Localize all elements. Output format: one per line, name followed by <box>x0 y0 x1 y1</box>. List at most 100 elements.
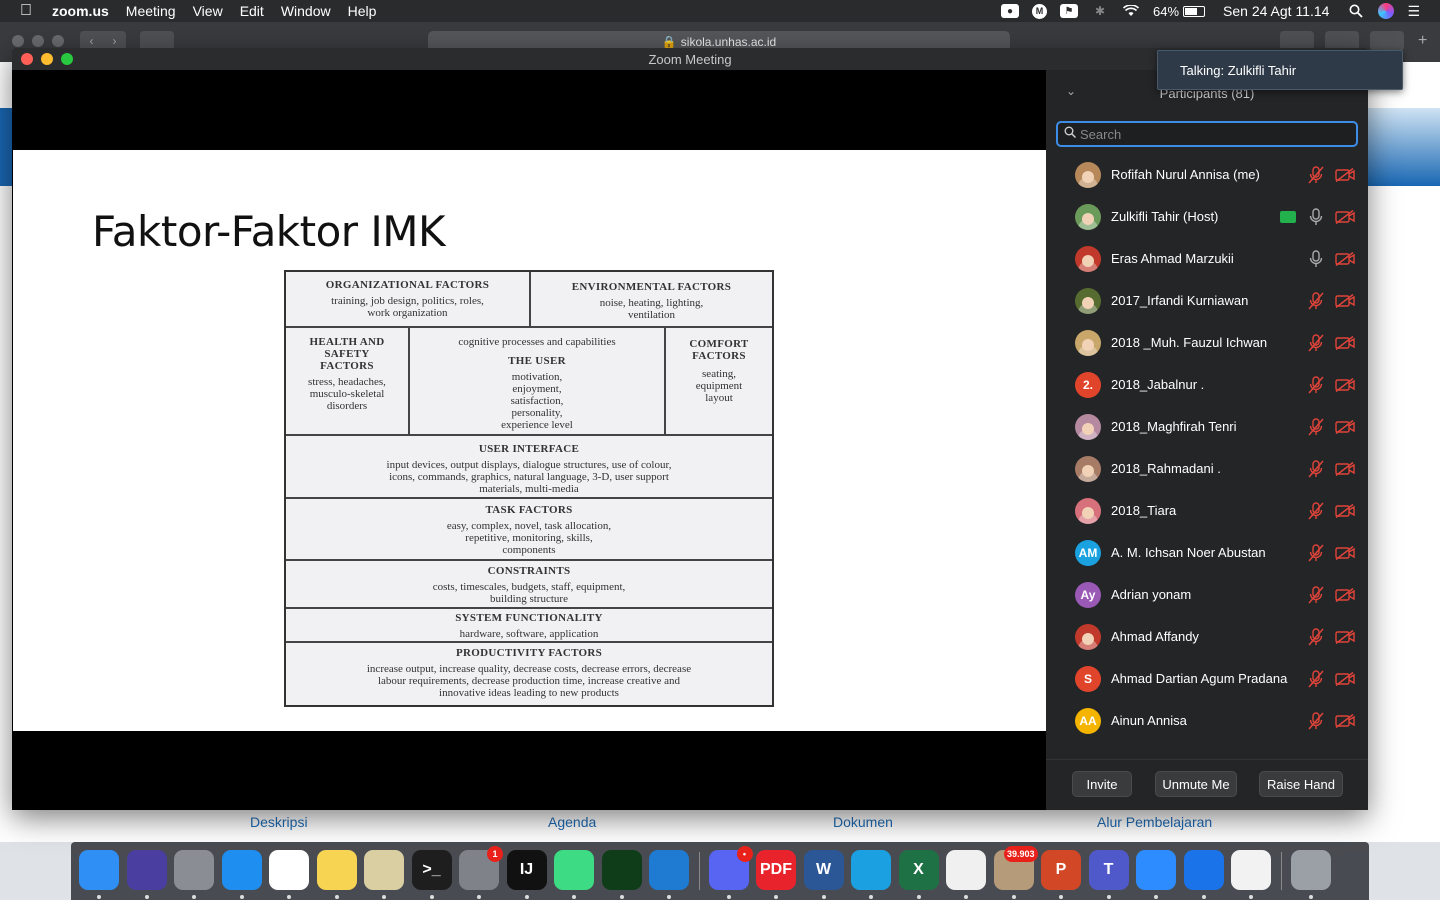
participant-row[interactable]: Ahmad Affandy <box>1046 616 1368 658</box>
preview-icon[interactable] <box>364 850 404 890</box>
mic-muted-icon[interactable] <box>1308 628 1324 646</box>
mic-muted-icon[interactable] <box>1308 586 1324 604</box>
zoom-status-icon[interactable]: ● <box>1001 4 1020 18</box>
discord-icon[interactable]: • <box>708 846 753 890</box>
video-off-icon[interactable] <box>1335 713 1355 729</box>
siri-icon[interactable] <box>126 850 167 890</box>
mic-icon[interactable] <box>1308 250 1324 268</box>
android-studio-icon[interactable] <box>554 850 594 890</box>
zoom-icon[interactable] <box>1136 850 1176 890</box>
clock[interactable]: Sen 24 Agt 11.14 <box>1223 3 1329 19</box>
forward-icon[interactable]: › <box>113 34 117 48</box>
video-off-icon[interactable] <box>1335 503 1355 519</box>
mic-muted-icon[interactable] <box>1308 376 1324 394</box>
mic-icon[interactable] <box>1308 208 1324 226</box>
search-input[interactable] <box>1080 126 1350 143</box>
battery-icon[interactable] <box>1183 5 1206 17</box>
participant-row[interactable]: 2018_Tiara <box>1046 490 1368 532</box>
mic-muted-icon[interactable] <box>1308 166 1324 184</box>
video-off-icon[interactable] <box>1335 671 1355 687</box>
back-icon[interactable]: ‹ <box>90 34 94 48</box>
mic-muted-icon[interactable] <box>1308 460 1324 478</box>
participant-row[interactable]: 2018_Rahmadani . <box>1046 448 1368 490</box>
textedit-icon[interactable] <box>1231 850 1271 890</box>
intellij-idea-icon[interactable]: IJ <box>506 850 547 890</box>
video-off-icon[interactable] <box>1335 251 1355 267</box>
finder-icon[interactable] <box>79 850 119 890</box>
bluetooth-icon[interactable]: ✱ <box>1091 4 1109 18</box>
zoom-minimize-button[interactable] <box>41 53 53 65</box>
sync-icon[interactable] <box>601 850 642 890</box>
safari-minimize-button[interactable] <box>32 35 44 47</box>
link-agenda[interactable]: Agenda <box>548 814 596 830</box>
menu-view[interactable]: View <box>193 3 223 19</box>
participant-row[interactable]: 2017_Irfandi Kurniawan <box>1046 280 1368 322</box>
apple-menu-icon[interactable]:  <box>20 2 42 20</box>
safari-icon[interactable] <box>221 850 262 890</box>
pdf-reader-icon[interactable]: PDF <box>756 850 796 890</box>
participant-row[interactable]: Ay Adrian yonam <box>1046 574 1368 616</box>
participant-row[interactable]: 2018 _Muh. Fauzul Ichwan <box>1046 322 1368 364</box>
menu-window[interactable]: Window <box>281 3 331 19</box>
video-off-icon[interactable] <box>1335 209 1355 225</box>
menu-app-name[interactable]: zoom.us <box>52 3 109 19</box>
video-off-icon[interactable] <box>1335 419 1355 435</box>
participant-row[interactable]: Eras Ahmad Marzukii <box>1046 238 1368 280</box>
itunes-icon[interactable] <box>946 850 986 890</box>
video-off-icon[interactable] <box>1335 545 1355 561</box>
new-tab-icon[interactable]: + <box>1418 32 1427 50</box>
mic-muted-icon[interactable] <box>1308 712 1324 730</box>
participant-row[interactable]: Zulkifli Tahir (Host) <box>1046 196 1368 238</box>
participant-row[interactable]: AA Ainun Annisa <box>1046 700 1368 742</box>
participant-row[interactable]: AM A. M. Ichsan Noer Abustan <box>1046 532 1368 574</box>
mic-muted-icon[interactable] <box>1308 544 1324 562</box>
video-off-icon[interactable] <box>1335 461 1355 477</box>
word-icon[interactable]: W <box>803 850 844 890</box>
trash-icon[interactable] <box>1290 850 1331 890</box>
invite-button[interactable]: Invite <box>1072 771 1132 797</box>
mic-muted-icon[interactable] <box>1308 334 1324 352</box>
notes-icon[interactable] <box>316 850 357 890</box>
spotlight-search-icon[interactable] <box>1347 4 1365 18</box>
video-off-icon[interactable] <box>1335 629 1355 645</box>
participant-row[interactable]: 2018_Maghfirah Tenri <box>1046 406 1368 448</box>
flag-status-icon[interactable]: ⚑ <box>1060 4 1079 18</box>
participant-row[interactable]: S Ahmad Dartian Agum Pradana <box>1046 658 1368 700</box>
vs-code-icon[interactable] <box>649 850 689 890</box>
participant-row[interactable]: Rofifah Nurul Annisa (me) <box>1046 154 1368 196</box>
bluetooth-icon[interactable] <box>1183 850 1224 890</box>
launchpad-icon[interactable] <box>174 850 214 890</box>
system-preferences-icon[interactable]: 1 <box>459 846 503 890</box>
terminal-icon[interactable]: >_ <box>411 850 452 890</box>
excel-icon[interactable]: X <box>898 850 939 890</box>
m-status-icon[interactable]: M <box>1032 3 1048 19</box>
mic-muted-icon[interactable] <box>1308 670 1324 688</box>
chrome-icon[interactable] <box>269 850 309 890</box>
zoom-fullscreen-button[interactable] <box>61 53 73 65</box>
mic-muted-icon[interactable] <box>1308 418 1324 436</box>
wifi-icon[interactable] <box>1122 4 1140 18</box>
safari-close-button[interactable] <box>12 35 24 47</box>
zoom-close-button[interactable] <box>21 53 33 65</box>
safari-zoom-button[interactable] <box>52 35 64 47</box>
unmute-me-button[interactable]: Unmute Me <box>1155 771 1237 797</box>
remote-icon[interactable] <box>851 850 891 890</box>
video-off-icon[interactable] <box>1335 293 1355 309</box>
participant-row[interactable]: 2. 2018_Jabalnur . <box>1046 364 1368 406</box>
tabs-icon[interactable] <box>1370 31 1404 51</box>
notification-center-icon[interactable]: ☰ <box>1407 3 1420 20</box>
link-dokumen[interactable]: Dokumen <box>833 814 893 830</box>
powerpoint-icon[interactable]: P <box>1041 850 1081 890</box>
menu-meeting[interactable]: Meeting <box>126 3 176 19</box>
video-off-icon[interactable] <box>1335 167 1355 183</box>
raise-hand-button[interactable]: Raise Hand <box>1259 771 1343 797</box>
menu-edit[interactable]: Edit <box>240 3 264 19</box>
mic-muted-icon[interactable] <box>1308 502 1324 520</box>
video-off-icon[interactable] <box>1335 377 1355 393</box>
mail-stamp-icon[interactable]: 39.903 <box>993 846 1038 890</box>
menu-help[interactable]: Help <box>348 3 377 19</box>
mic-muted-icon[interactable] <box>1308 292 1324 310</box>
link-deskripsi[interactable]: Deskripsi <box>250 814 308 830</box>
siri-icon[interactable] <box>1378 3 1395 19</box>
link-alur-pembelajaran[interactable]: Alur Pembelajaran <box>1097 814 1212 830</box>
